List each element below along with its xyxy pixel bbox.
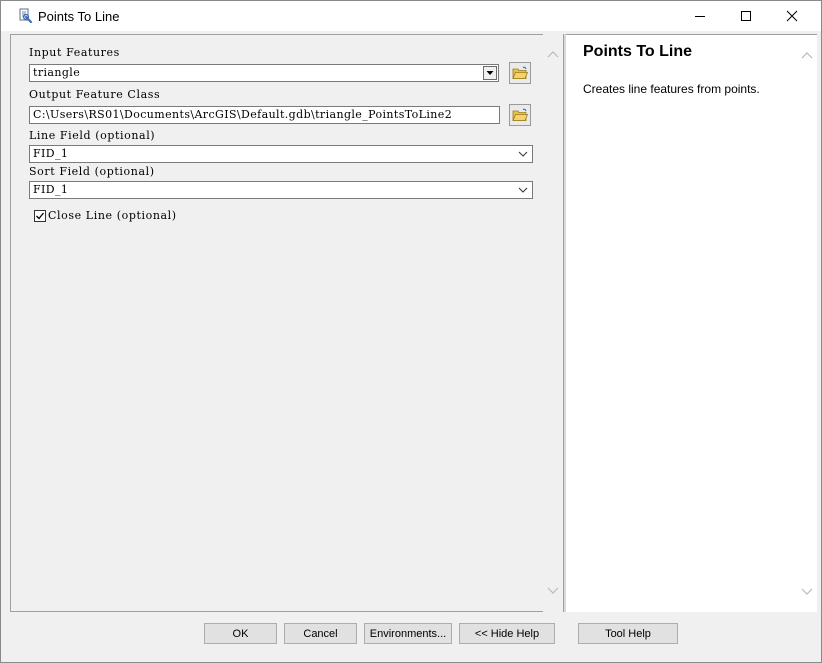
output-feature-class-input[interactable]: C:\Users\RS01\Documents\ArcGIS\Default.g… xyxy=(29,106,500,124)
input-features-combobox[interactable]: triangle xyxy=(29,64,499,82)
folder-open-icon xyxy=(512,66,528,79)
scroll-up-icon[interactable] xyxy=(547,49,559,61)
help-title: Points To Line xyxy=(583,43,693,60)
input-features-value: triangle xyxy=(33,66,81,79)
input-features-label: Input Features xyxy=(29,46,120,59)
help-description: Creates line features from points. xyxy=(583,82,760,96)
help-pane: Points To Line Creates line features fro… xyxy=(566,34,797,612)
tool-help-button[interactable]: Tool Help xyxy=(578,623,678,644)
checkmark-icon xyxy=(36,212,45,220)
output-feature-class-value: C:\Users\RS01\Documents\ArcGIS\Default.g… xyxy=(33,108,453,121)
environments-button[interactable]: Environments... xyxy=(364,623,452,644)
window-title: Points To Line xyxy=(38,9,120,24)
minimize-button[interactable] xyxy=(677,1,723,31)
ok-button[interactable]: OK xyxy=(204,623,277,644)
scroll-up-icon[interactable] xyxy=(801,50,813,62)
geoprocessing-tool-icon xyxy=(19,8,33,24)
line-field-value: FID_1 xyxy=(33,147,69,160)
sort-field-value: FID_1 xyxy=(33,183,69,196)
parameters-scrollbar[interactable] xyxy=(543,34,563,612)
dialog-button-bar: OK Cancel Environments... << Hide Help T… xyxy=(1,612,821,662)
close-line-label: Close Line (optional) xyxy=(48,209,177,222)
maximize-icon xyxy=(741,11,751,21)
cancel-button[interactable]: Cancel xyxy=(284,623,357,644)
close-button[interactable] xyxy=(769,1,815,31)
folder-open-icon xyxy=(512,108,528,121)
output-feature-class-browse-button[interactable] xyxy=(509,104,531,126)
chevron-down-icon xyxy=(518,151,528,157)
close-icon xyxy=(786,10,798,22)
tool-dialog-window: Points To Line Input Features triangle O… xyxy=(0,0,822,663)
input-features-dropdown-button[interactable] xyxy=(483,66,497,80)
scroll-down-icon[interactable] xyxy=(801,585,813,597)
scroll-down-icon[interactable] xyxy=(547,584,559,596)
close-line-checkbox[interactable] xyxy=(34,210,46,222)
line-field-combobox[interactable]: FID_1 xyxy=(29,145,533,163)
triangle-down-icon xyxy=(486,71,494,75)
title-bar: Points To Line xyxy=(1,1,821,31)
line-field-label: Line Field (optional) xyxy=(29,129,156,142)
maximize-button[interactable] xyxy=(723,1,769,31)
sort-field-combobox[interactable]: FID_1 xyxy=(29,181,533,199)
help-scrollbar[interactable] xyxy=(797,34,817,612)
input-features-browse-button[interactable] xyxy=(509,62,531,84)
chevron-down-icon xyxy=(518,187,528,193)
output-feature-class-label: Output Feature Class xyxy=(29,88,161,101)
minimize-icon xyxy=(695,16,705,17)
hide-help-button[interactable]: << Hide Help xyxy=(459,623,555,644)
sort-field-label: Sort Field (optional) xyxy=(29,165,155,178)
